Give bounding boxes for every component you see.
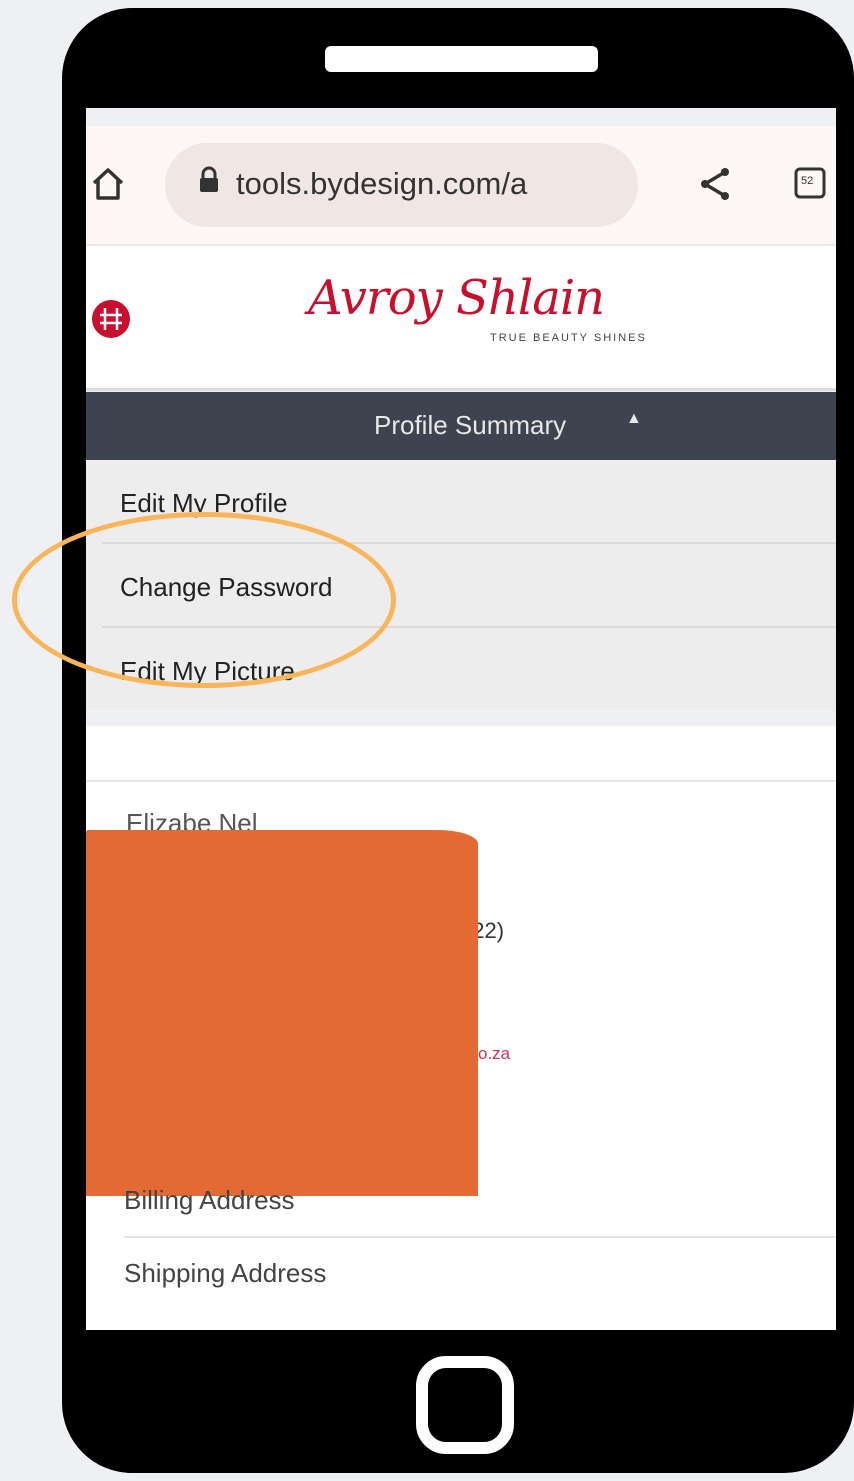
redaction-overlay [86,830,478,1196]
phone-speaker [325,46,598,72]
home-button[interactable] [416,1356,514,1454]
phone-screen: tools.bydesign.com/a 52 Avroy Shlain TRU… [86,108,836,1330]
highlight-ring [12,512,396,688]
share-icon[interactable] [698,166,732,207]
brand-logo[interactable]: Avroy Shlain [308,270,605,326]
grid-menu-icon[interactable] [91,299,131,344]
profile-email-fragment[interactable]: o.za [478,1044,510,1064]
billing-address-link[interactable]: Billing Address [124,1166,836,1238]
lock-icon [199,166,219,199]
profile-summary-bar[interactable]: Profile Summary ▲ [86,392,836,460]
browser-toolbar: tools.bydesign.com/a 52 [86,126,836,246]
site-header: Avroy Shlain TRUE BEAUTY SHINES [86,246,836,391]
divider [86,780,836,782]
brand-tagline: TRUE BEAUTY SHINES [490,332,647,344]
profile-details: Elizabe Nel 022) o.za 0000000000 ▯ Billi… [86,726,836,1330]
home-icon[interactable] [90,166,126,207]
url-text[interactable]: tools.bydesign.com/a [236,166,631,202]
tab-count[interactable]: 52 [801,175,813,187]
caret-up-icon: ▲ [626,410,642,427]
profile-summary-label: Profile Summary [374,410,567,440]
shipping-address-link[interactable]: Shipping Address [124,1248,836,1298]
